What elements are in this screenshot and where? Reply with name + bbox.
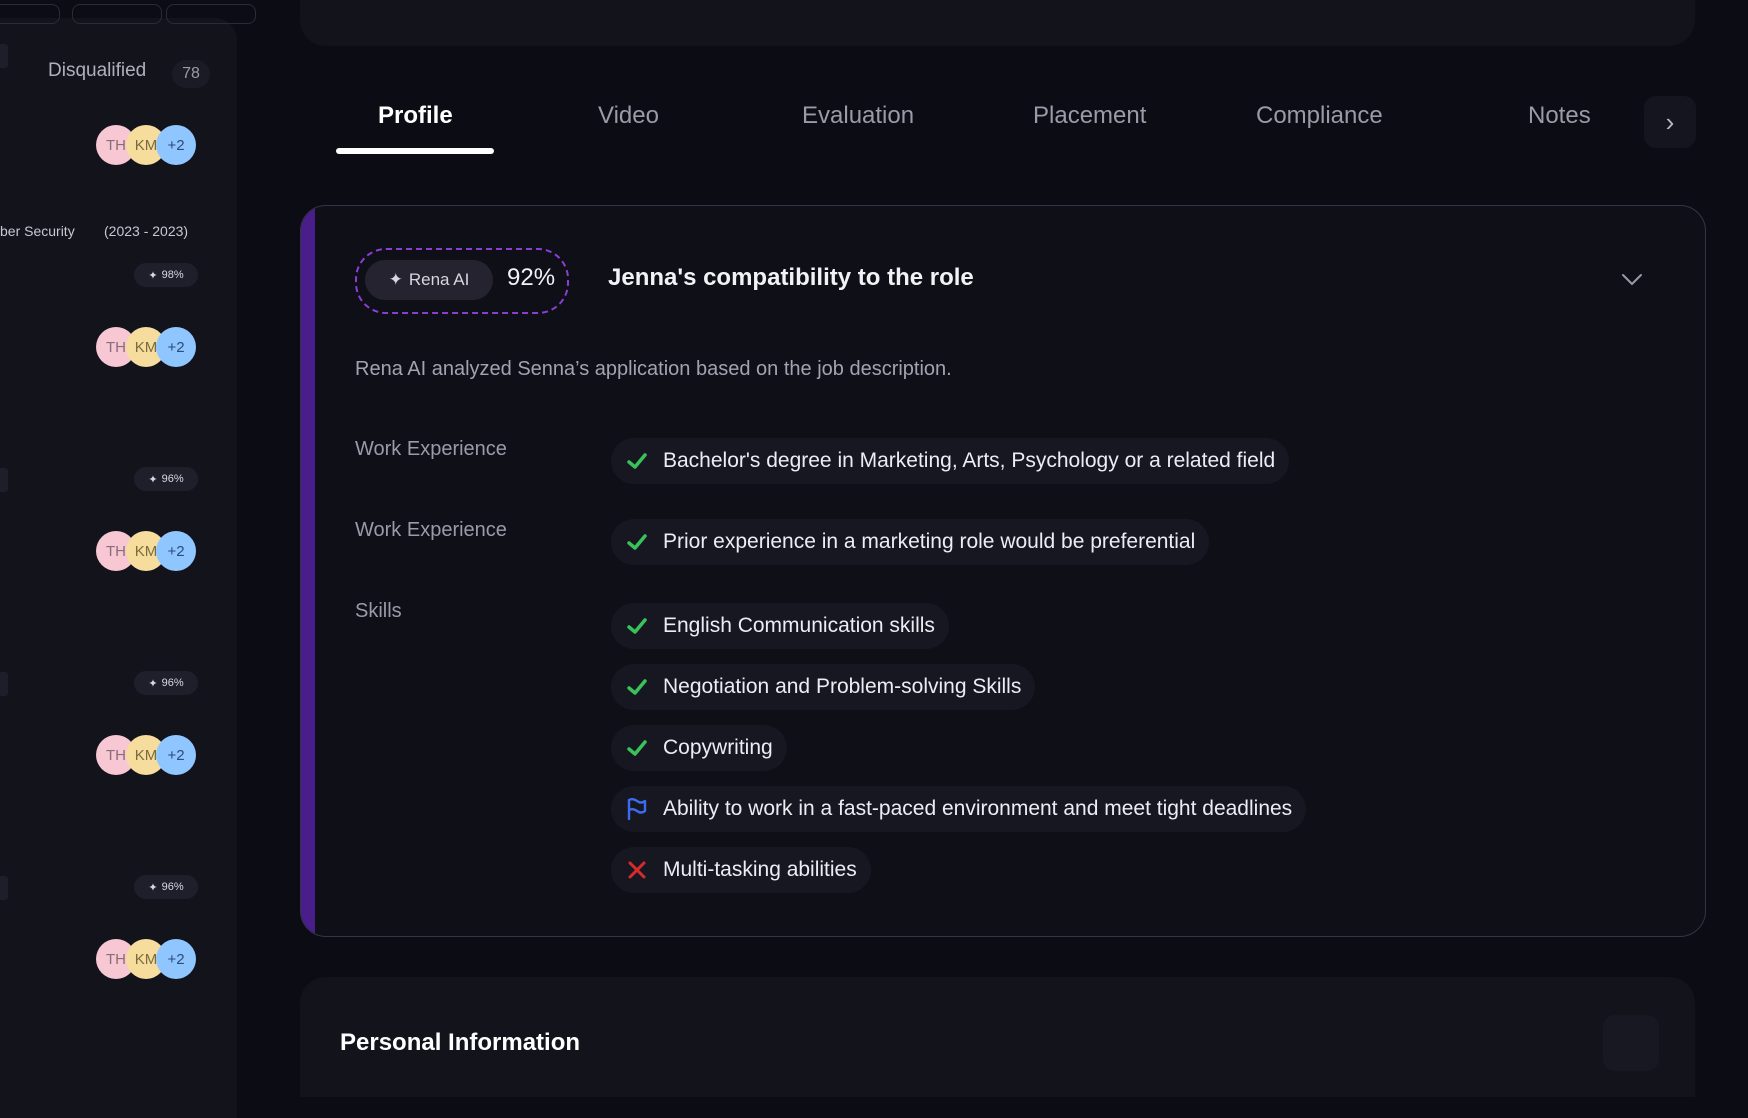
criteria-text: Ability to work in a fast-paced environm… xyxy=(663,797,1293,820)
ai-score-badge: ✦ 98% xyxy=(134,263,198,287)
close-x-icon xyxy=(625,858,649,882)
chevron-right-icon: › xyxy=(1665,106,1675,137)
ai-score-value: 96% xyxy=(161,677,184,689)
tab-compliance[interactable]: Compliance xyxy=(1256,102,1383,130)
criteria-item: Copywriting xyxy=(611,725,787,771)
criteria-label: Work Experience xyxy=(355,438,507,460)
criteria-item: Negotiation and Problem-solving Skills xyxy=(611,664,1036,710)
personal-info-action-button[interactable] xyxy=(1603,1015,1659,1071)
tab-video[interactable]: Video xyxy=(598,102,659,130)
check-icon xyxy=(625,675,649,699)
assignee-avatars[interactable]: TH KM +2 xyxy=(96,327,206,369)
compatibility-card: ✦ Rena AI 92% Jenna's compatibility to t… xyxy=(300,205,1706,937)
rena-ai-pill: ✦ Rena AI xyxy=(365,260,493,300)
personal-information-card: Personal Information xyxy=(300,977,1695,1097)
tab-profile[interactable]: Profile xyxy=(378,102,453,130)
filter-pills xyxy=(0,4,256,24)
ai-score-value: 96% xyxy=(161,473,184,485)
ai-score-value: 96% xyxy=(161,881,184,893)
stage-indicator xyxy=(0,876,8,900)
profile-tabs: Profile Video Evaluation Placement Compl… xyxy=(336,92,1696,160)
compatibility-score: 92% xyxy=(507,264,556,291)
disqualified-label[interactable]: Disqualified xyxy=(48,60,146,82)
personal-information-title: Personal Information xyxy=(340,1029,581,1056)
ai-score-badge: ✦ 96% xyxy=(134,467,198,491)
sparkle-icon: ✦ xyxy=(388,270,403,289)
chevron-down-icon xyxy=(1622,274,1642,286)
card-accent-bar xyxy=(301,206,315,936)
sparkle-icon: ✦ xyxy=(148,269,158,282)
ai-score-box: ✦ Rena AI 92% xyxy=(355,248,569,314)
criteria-label: Work Experience xyxy=(355,519,507,541)
assignee-avatars[interactable]: TH KM +2 xyxy=(96,531,206,573)
assignee-avatars[interactable]: TH KM +2 xyxy=(96,939,206,981)
criteria-text: Negotiation and Problem-solving Skills xyxy=(663,675,1022,698)
card-title: Jenna's compatibility to the role xyxy=(608,264,974,291)
collapse-button[interactable] xyxy=(1617,264,1647,294)
tab-evaluation[interactable]: Evaluation xyxy=(802,102,914,130)
check-icon xyxy=(625,530,649,554)
ai-score-badge: ✦ 96% xyxy=(134,671,198,695)
avatar-overflow-count: +2 xyxy=(156,531,196,571)
stage-indicator xyxy=(0,468,8,492)
avatar-overflow-count: +2 xyxy=(156,125,196,165)
assignee-avatars[interactable]: TH KM +2 xyxy=(96,125,206,167)
criteria-text: Prior experience in a marketing role wou… xyxy=(663,530,1196,553)
filter-pill[interactable] xyxy=(0,4,60,24)
filter-pill[interactable] xyxy=(72,4,162,24)
education-years: (2023 - 2023) xyxy=(104,223,189,239)
check-icon xyxy=(625,449,649,473)
flag-icon xyxy=(625,797,649,821)
criteria-item: Multi-tasking abilities xyxy=(611,847,871,893)
rena-ai-label: Rena AI xyxy=(408,270,470,289)
education-course: ber Security xyxy=(0,223,75,239)
filter-pill[interactable] xyxy=(166,4,256,24)
assignee-avatars[interactable]: TH KM +2 xyxy=(96,735,206,777)
tab-notes[interactable]: Notes xyxy=(1528,102,1591,130)
check-icon xyxy=(625,614,649,638)
tabs-next-button[interactable]: › xyxy=(1644,96,1696,148)
sparkle-icon: ✦ xyxy=(148,473,158,486)
ai-score-value: 98% xyxy=(161,269,184,281)
candidate-sidebar: Disqualified 78 TH KM +2 ber Security (2… xyxy=(0,4,256,1118)
criteria-text: Copywriting xyxy=(663,736,773,759)
stage-indicator xyxy=(0,44,8,68)
avatar-overflow-count: +2 xyxy=(156,735,196,775)
ai-score-badge: ✦ 96% xyxy=(134,875,198,899)
criteria-label: Skills xyxy=(355,600,402,622)
candidate-header xyxy=(300,0,1695,46)
criteria-item: Prior experience in a marketing role wou… xyxy=(611,519,1210,565)
sparkle-icon: ✦ xyxy=(148,677,158,690)
avatar-overflow-count: +2 xyxy=(156,939,196,979)
stage-indicator xyxy=(0,672,8,696)
criteria-text: Multi-tasking abilities xyxy=(663,858,857,881)
analysis-description: Rena AI analyzed Senna’s application bas… xyxy=(355,358,952,380)
criteria-item: Bachelor's degree in Marketing, Arts, Ps… xyxy=(611,438,1290,484)
sparkle-icon: ✦ xyxy=(148,881,158,894)
criteria-text: English Communication skills xyxy=(663,614,935,637)
criteria-text: Bachelor's degree in Marketing, Arts, Ps… xyxy=(663,449,1276,472)
avatar-overflow-count: +2 xyxy=(156,327,196,367)
criteria-item: English Communication skills xyxy=(611,603,949,649)
disqualified-count-badge: 78 xyxy=(172,60,210,88)
tab-placement[interactable]: Placement xyxy=(1033,102,1146,130)
criteria-item: Ability to work in a fast-paced environm… xyxy=(611,786,1307,832)
check-icon xyxy=(625,736,649,760)
active-tab-indicator xyxy=(336,148,494,154)
